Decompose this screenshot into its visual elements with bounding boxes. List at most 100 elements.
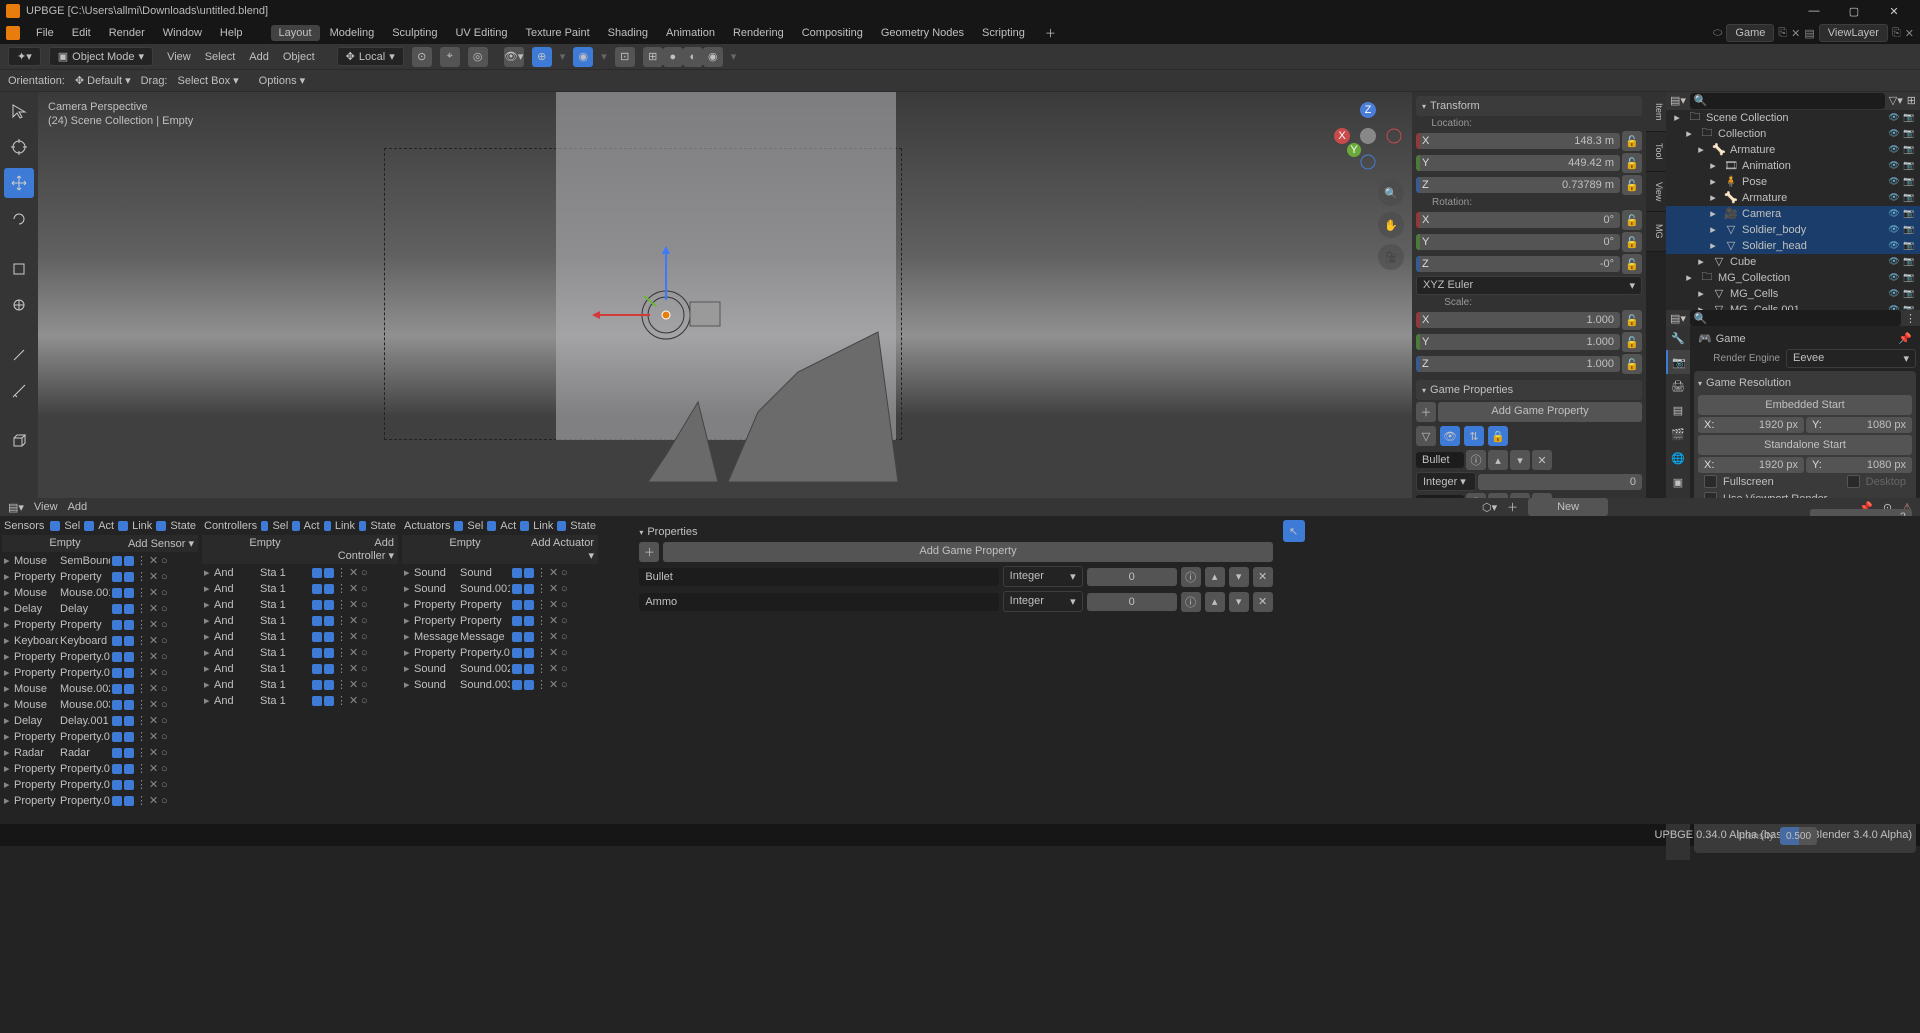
brick-remove-icon[interactable]: ✕ <box>149 602 159 615</box>
gp-add-icon[interactable]: ＋ <box>639 542 659 562</box>
logic-brick[interactable]: ▸PropertyProperty.007⋮✕○ <box>2 793 198 808</box>
brick-link-icon[interactable]: ○ <box>161 651 168 663</box>
gp-name[interactable]: Bullet <box>1416 452 1464 468</box>
render-icon[interactable]: 📷 <box>1902 143 1916 157</box>
down-icon[interactable]: ▾ <box>1229 592 1249 612</box>
logic-brick[interactable]: ▸AndSta 1⋮✕○ <box>202 645 398 660</box>
logic-brick[interactable]: ▸PropertyProperty⋮✕○ <box>2 617 198 632</box>
brick-remove-icon[interactable]: ✕ <box>349 678 359 691</box>
sidetab-tool[interactable]: Tool <box>1646 132 1666 172</box>
scale-z-field[interactable]: Z1.000 <box>1416 356 1620 372</box>
logic-brick[interactable]: ▸RadarRadar⋮✕○ <box>2 745 198 760</box>
disclosure-icon[interactable]: ▸ <box>1706 175 1720 189</box>
brick-remove-icon[interactable]: ✕ <box>549 630 559 643</box>
brick-enable-checkbox[interactable] <box>512 616 522 626</box>
gp-value-field[interactable]: 0 <box>1478 474 1642 490</box>
brick-link-icon[interactable]: ○ <box>561 599 568 611</box>
outliner-item[interactable]: ▸▽Soldier_body👁📷 <box>1666 222 1920 238</box>
lock-icon[interactable]: 🔓 <box>1622 310 1642 330</box>
transform-header[interactable]: Transform <box>1416 96 1642 116</box>
maximize-button[interactable]: ▢ <box>1834 5 1874 18</box>
outliner-type-icon[interactable]: ▤▾ <box>1670 94 1686 107</box>
brick-link-icon[interactable]: ○ <box>361 599 368 611</box>
menu-edit[interactable]: Edit <box>64 25 99 41</box>
down-icon[interactable]: ▾ <box>1510 450 1530 470</box>
brick-remove-icon[interactable]: ✕ <box>149 682 159 695</box>
logic-brick[interactable]: ▸AndSta 1⋮✕○ <box>202 677 398 692</box>
lock-icon[interactable]: 🔒 <box>1488 426 1508 446</box>
brick-remove-icon[interactable]: ✕ <box>149 554 159 567</box>
logic-brick[interactable]: ▸PropertyProperty.005⋮✕○ <box>2 761 198 776</box>
brick-dots-icon[interactable]: ⋮ <box>336 598 347 611</box>
brick-remove-icon[interactable]: ✕ <box>349 630 359 643</box>
logic-brick[interactable]: ▸AndSta 1⋮✕○ <box>202 581 398 596</box>
shading-rendered-icon[interactable]: ◉ <box>703 47 723 67</box>
brick-link-icon[interactable]: ○ <box>161 555 168 567</box>
gp-value-field[interactable]: 0 <box>1087 593 1177 611</box>
node-type-icon[interactable]: ⬡▾ <box>1482 501 1497 514</box>
eye-icon[interactable]: 👁 <box>1887 239 1901 253</box>
options-dropdown[interactable]: Options ▾ <box>259 74 306 87</box>
menu-window[interactable]: Window <box>155 25 210 41</box>
render-icon[interactable]: 📷 <box>1902 287 1916 301</box>
logic-add-property-button[interactable]: Add Game Property <box>663 542 1272 562</box>
disclosure-icon[interactable]: ▸ <box>1682 127 1696 141</box>
brick-link-icon[interactable]: ○ <box>361 567 368 579</box>
logic-brick[interactable]: ▸AndSta 1⋮✕○ <box>202 613 398 628</box>
brick-dots-icon[interactable]: ⋮ <box>536 662 547 675</box>
up-icon[interactable]: ▴ <box>1205 592 1225 612</box>
logic-brick[interactable]: ▸DelayDelay.001⋮✕○ <box>2 713 198 728</box>
hdr-menu-object[interactable]: Object <box>277 49 321 65</box>
brick-level-checkbox[interactable] <box>324 568 334 578</box>
brick-enable-checkbox[interactable] <box>112 684 122 694</box>
brick-remove-icon[interactable]: ✕ <box>349 582 359 595</box>
render-icon[interactable]: 📷 <box>1902 111 1916 125</box>
brick-enable-checkbox[interactable] <box>312 584 322 594</box>
lock-icon[interactable]: 🔓 <box>1622 175 1642 195</box>
brick-dots-icon[interactable]: ⋮ <box>136 554 147 567</box>
info-icon[interactable]: ⓘ <box>1466 450 1486 470</box>
brick-remove-icon[interactable]: ✕ <box>349 566 359 579</box>
logic-view-menu[interactable]: View <box>34 501 58 513</box>
pan-icon[interactable]: ✋ <box>1378 212 1404 238</box>
brick-enable-checkbox[interactable] <box>312 680 322 690</box>
brick-remove-icon[interactable]: ✕ <box>549 598 559 611</box>
brick-level-checkbox[interactable] <box>524 568 534 578</box>
brick-link-icon[interactable]: ○ <box>161 635 168 647</box>
addcube-tool[interactable] <box>4 426 34 456</box>
brick-remove-icon[interactable]: ✕ <box>549 614 559 627</box>
logic-brick[interactable]: ▸PropertyProperty.001⋮✕○ <box>402 645 598 660</box>
embed-y-field[interactable]: Y:1080 px <box>1806 417 1912 433</box>
brick-dots-icon[interactable]: ⋮ <box>136 666 147 679</box>
snap-icon[interactable]: ⌖ <box>440 47 460 67</box>
workspace-tab-shading[interactable]: Shading <box>600 25 656 41</box>
node-new-button[interactable]: New <box>1528 498 1608 516</box>
outliner-item[interactable]: ▸🧍Pose👁📷 <box>1666 174 1920 190</box>
disclosure-icon[interactable]: ▸ <box>1706 207 1720 221</box>
brick-dots-icon[interactable]: ⋮ <box>136 794 147 807</box>
up-icon[interactable]: ▴ <box>1205 567 1225 587</box>
logic-add-menu[interactable]: Add <box>68 501 88 513</box>
menu-render[interactable]: Render <box>101 25 153 41</box>
brick-remove-icon[interactable]: ✕ <box>149 586 159 599</box>
disclosure-icon[interactable]: ▸ <box>1706 223 1720 237</box>
render-icon[interactable]: 📷 <box>1902 127 1916 141</box>
fullscreen-checkbox[interactable] <box>1704 475 1717 488</box>
brick-enable-checkbox[interactable] <box>112 620 122 630</box>
brick-link-icon[interactable]: ○ <box>561 567 568 579</box>
brick-link-icon[interactable]: ○ <box>561 663 568 675</box>
render-icon[interactable]: 📷 <box>1902 239 1916 253</box>
brick-remove-icon[interactable]: ✕ <box>549 678 559 691</box>
workspace-tab-modeling[interactable]: Modeling <box>322 25 383 41</box>
brick-dots-icon[interactable]: ⋮ <box>336 614 347 627</box>
brick-link-icon[interactable]: ○ <box>561 583 568 595</box>
brick-enable-checkbox[interactable] <box>112 588 122 598</box>
logic-brick[interactable]: ▸MessageMessage⋮✕○ <box>402 629 598 644</box>
props-search[interactable]: 🔍 <box>1690 310 1901 326</box>
disclosure-icon[interactable]: ▸ <box>1694 303 1708 310</box>
lock-icon[interactable]: 🔓 <box>1622 210 1642 230</box>
eye-icon[interactable]: 👁 <box>1887 159 1901 173</box>
node-editor[interactable]: ↖ <box>1279 516 1920 824</box>
brick-enable-checkbox[interactable] <box>512 632 522 642</box>
game-resolution-header[interactable]: Game Resolution <box>1698 375 1912 393</box>
